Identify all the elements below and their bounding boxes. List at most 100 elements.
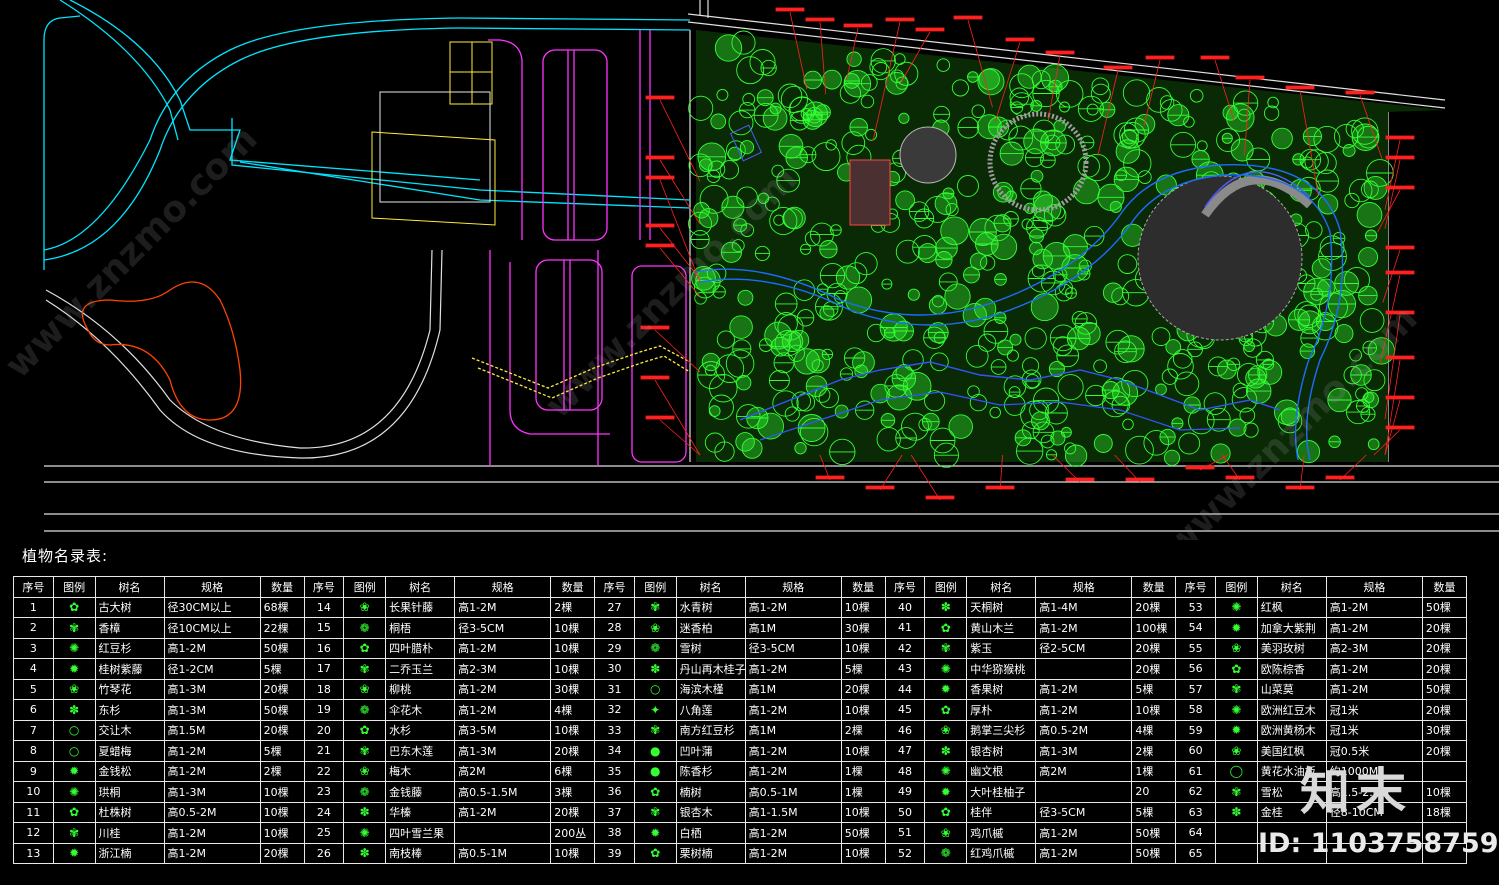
annotation-tag <box>1345 90 1375 95</box>
plant-symbol-icon: ✿ <box>924 617 968 639</box>
table-cell: 5棵 <box>1131 678 1177 700</box>
plant-symbol-icon: ● <box>633 760 677 782</box>
tree-symbol <box>1356 202 1383 228</box>
table-cell: 41 <box>884 617 926 639</box>
tree-symbol <box>1023 128 1049 155</box>
plant-symbol-icon: ❀ <box>343 760 387 782</box>
table-cell: 径3-5CM <box>744 637 842 659</box>
table-cell: 20棵 <box>259 719 305 741</box>
table-cell: 30棵 <box>1421 719 1468 741</box>
tree-symbol <box>1367 438 1380 451</box>
tree-symbol <box>978 68 1000 91</box>
table-cell: 金钱松 <box>94 760 165 782</box>
table-header-cell: 数量 <box>550 576 596 598</box>
table-cell: 欧陈棕香 <box>1256 658 1327 680</box>
table-cell: 10棵 <box>840 842 886 864</box>
plant-symbol-icon: ✾ <box>633 801 677 823</box>
annotation-tag <box>1200 55 1230 60</box>
table-cell: 10棵 <box>550 637 596 659</box>
table-cell: 20 <box>303 719 345 741</box>
table-cell: 54 <box>1175 617 1216 639</box>
tree-symbol <box>762 105 788 131</box>
table-cell: 4棵 <box>1131 719 1177 741</box>
table-cell: 20棵 <box>259 678 305 700</box>
table-header-cell: 树名 <box>385 576 456 598</box>
table-header-cell: 序号 <box>594 576 635 598</box>
annotation-tag <box>645 243 675 248</box>
table-cell: 高1-4M <box>1035 596 1133 618</box>
table-header-cell: 树名 <box>94 576 165 598</box>
table-cell: 31 <box>594 678 635 700</box>
table-cell: 陈香杉 <box>675 760 746 782</box>
table-cell: 5棵 <box>259 658 305 680</box>
table-cell: 6 <box>13 699 54 721</box>
annotation-tag <box>1103 65 1133 70</box>
table-cell: 东杉 <box>94 699 165 721</box>
annotation-tag <box>1045 50 1075 55</box>
annotation-tag <box>1145 55 1175 60</box>
plant-symbol-icon: ✾ <box>633 596 677 618</box>
table-cell: 1棵 <box>1131 760 1177 782</box>
tree-symbol <box>962 302 987 328</box>
table-cell: 高1-3M <box>1035 740 1133 762</box>
table-cell: 高1-2M <box>744 658 842 680</box>
table-row: 3 ✺ 红豆杉 高1-2M 50棵 16 ✿ 四叶腊朴 高1-2M 10棵 29 ❁ 雪树 径3-5CM 1… <box>13 637 1468 659</box>
table-cell: 10棵 <box>259 781 305 803</box>
table-cell: 46 <box>884 719 926 741</box>
table-cell: 10棵 <box>1421 781 1468 803</box>
annotation-tag <box>1385 245 1415 250</box>
table-cell: 56 <box>1175 658 1216 680</box>
table-cell: 10棵 <box>840 801 886 823</box>
table-cell: 2 <box>13 617 54 639</box>
annotation-tag <box>645 155 675 160</box>
tree-symbol <box>1073 177 1100 205</box>
table-header-cell: 序号 <box>1175 576 1216 598</box>
table-cell: 四叶腊朴 <box>385 637 456 659</box>
annotation-leader <box>659 419 701 456</box>
table-cell: 6棵 <box>550 760 596 782</box>
annotation-tag <box>1385 270 1415 275</box>
table-row: 6 ✽ 东杉 高1-3M 50棵 19 ❁ 伞花木 高1-2M 4棵 32 ✦ 八角莲 高1-2M 10棵 4… <box>13 699 1468 721</box>
table-cell: 5棵 <box>259 740 305 762</box>
annotation-tag <box>775 7 805 12</box>
landscape-site-plan: www.znzmo.com www.znzmo.com www.znzmo.co… <box>0 0 1499 540</box>
table-cell: 22 <box>303 760 345 782</box>
table-cell: 古大树 <box>94 596 165 618</box>
table-cell: 62 <box>1175 781 1216 803</box>
tree-symbol <box>885 71 909 95</box>
table-cell: 高1-2M <box>1035 699 1133 721</box>
table-cell: 10棵 <box>550 617 596 639</box>
table-cell: 黄山木兰 <box>966 617 1037 639</box>
table-cell: 28 <box>594 617 635 639</box>
plant-symbol-icon: ❀ <box>924 719 968 741</box>
plant-symbol-icon: ❀ <box>343 678 387 700</box>
table-cell: 高1M <box>744 719 842 741</box>
table-cell: 100棵 <box>1131 617 1177 639</box>
tree-symbol <box>1334 324 1354 344</box>
plant-symbol-icon: ✿ <box>924 801 968 823</box>
table-cell: 金钱藤 <box>385 781 456 803</box>
plant-symbol-icon: ✾ <box>924 637 968 659</box>
table-cell: 59 <box>1175 719 1216 741</box>
table-cell: 高1-2M <box>1035 617 1133 639</box>
table-cell: 20棵 <box>1421 658 1468 680</box>
table-cell: 高3-5M <box>454 719 552 741</box>
table-header-cell: 规格 <box>1035 576 1133 598</box>
table-row: 7 ○ 交让木 高1.5M 20棵 20 ✿ 水杉 高3-5M 10棵 33 ✾ 南方红豆杉 高1M 2棵 4… <box>13 719 1468 741</box>
table-cell: 10棵 <box>259 801 305 823</box>
annotation-tag <box>843 23 873 28</box>
table-cell: 迷香柏 <box>675 617 746 639</box>
table-cell: 高2M <box>454 760 552 782</box>
table-cell: 川桂 <box>94 822 165 844</box>
plant-symbol-icon: ✦ <box>633 699 677 721</box>
plant-symbol-icon: ❁ <box>343 699 387 721</box>
table-header-cell: 序号 <box>303 576 345 598</box>
table-cell: 5棵 <box>840 658 886 680</box>
table-cell: 20棵 <box>1421 699 1468 721</box>
table-header-row: 序号 图例 树名 规格 数量 序号 图例 树名 规格 数量 序号 图例 树名 规格 数量 序号 图例 树名 规格 数量… <box>13 576 1468 598</box>
table-cell: 红枫 <box>1256 596 1327 618</box>
table-cell: 鹅掌三尖杉 <box>966 719 1037 741</box>
table-cell: 37 <box>594 801 635 823</box>
tree-symbol <box>1134 113 1156 135</box>
table-cell: 20棵 <box>1131 658 1177 680</box>
